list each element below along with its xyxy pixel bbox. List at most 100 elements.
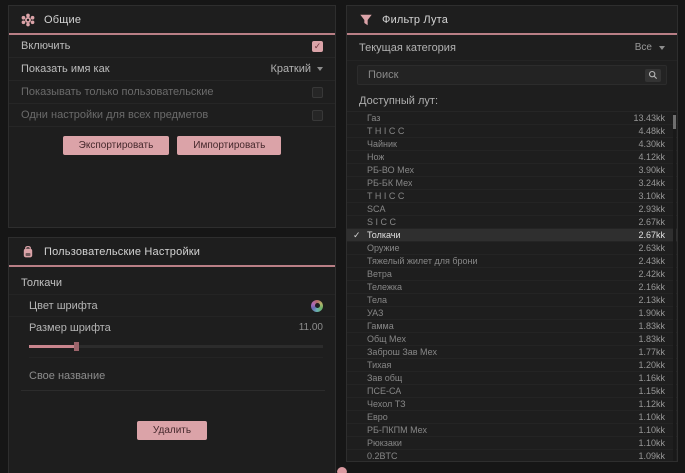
enable-row: Включить ✓: [9, 35, 335, 58]
backpack-icon: [21, 245, 35, 259]
loot-item-value: 2.63kk: [638, 243, 665, 253]
loot-item-name: Толкачи: [367, 230, 401, 240]
loot-item-value: 1.77kk: [638, 347, 665, 357]
chevron-down-icon: [659, 46, 665, 50]
loot-item-name: УАЗ: [367, 308, 383, 318]
enable-label: Включить: [21, 40, 70, 52]
loot-item-value: 1.16kk: [638, 373, 665, 383]
loot-item-value: 1.15kk: [638, 386, 665, 396]
loot-list-item[interactable]: Чайник 4.30kk: [347, 138, 677, 151]
font-size-value: 11.00: [299, 322, 323, 333]
show-name-label: Показать имя как: [21, 63, 110, 75]
gear-flower-icon: [21, 13, 35, 27]
loot-list-item[interactable]: РБ-ВО Мех 3.90kk: [347, 164, 677, 177]
loot-item-value: 1.09kk: [638, 451, 665, 461]
loot-item-name: S I C C: [367, 217, 396, 227]
loot-list-item[interactable]: 0.2BTC 1.09kk: [347, 450, 677, 462]
loot-list-item[interactable]: Заброш Зав Мех 1.77kk: [347, 346, 677, 359]
loot-list-item[interactable]: Тихая 1.20kk: [347, 359, 677, 372]
enable-checkbox[interactable]: ✓: [312, 41, 323, 52]
loot-list-item[interactable]: Оружие 2.63kk: [347, 242, 677, 255]
font-size-slider[interactable]: [29, 342, 323, 358]
same-settings-row: Одни настройки для всех предметов ✓: [9, 104, 335, 127]
only-custom-row: Показывать только пользовательские ✓: [9, 81, 335, 104]
loot-item-value: 2.67kk: [638, 217, 665, 227]
show-name-row: Показать имя как Краткий: [9, 58, 335, 81]
delete-button[interactable]: Удалить: [137, 421, 207, 440]
scrollbar-thumb[interactable]: [673, 115, 676, 129]
loot-list-item[interactable]: T H I C C 4.48kk: [347, 125, 677, 138]
loot-item-value: 3.24kk: [638, 178, 665, 188]
selected-item-name: Толкачи: [9, 267, 335, 295]
same-settings-checkbox[interactable]: ✓: [312, 110, 323, 121]
loot-list-item[interactable]: Зав общ 1.16kk: [347, 372, 677, 385]
loot-list-item[interactable]: T H I C C 3.10kk: [347, 190, 677, 203]
font-color-row: Цвет шрифта: [9, 295, 335, 317]
loot-list-item[interactable]: РБ-ПКПМ Мех 1.10kk: [347, 424, 677, 437]
custom-panel-title: Пользовательские Настройки: [44, 246, 200, 258]
loot-list-item[interactable]: Гамма 1.83kk: [347, 320, 677, 333]
loot-list-item[interactable]: Тела 2.13kk: [347, 294, 677, 307]
app-window: Общие Включить ✓ Показать имя как Кратки…: [0, 0, 685, 473]
loot-list-item[interactable]: ✓ Толкачи 2.67kk: [347, 229, 677, 242]
loot-item-name: РБ-БК Мех: [367, 178, 412, 188]
loot-list-item[interactable]: Рюкзаки 1.10kk: [347, 437, 677, 450]
show-name-select-value: Краткий: [270, 63, 311, 75]
loot-list-item[interactable]: S I C C 2.67kk: [347, 216, 677, 229]
loot-list-item[interactable]: Нож 4.12kk: [347, 151, 677, 164]
loot-list-item[interactable]: Ветра 2.42kk: [347, 268, 677, 281]
search-box: [357, 65, 667, 85]
only-custom-checkbox[interactable]: ✓: [312, 87, 323, 98]
loot-item-name: Рюкзаки: [367, 438, 402, 448]
import-button[interactable]: Импортировать: [177, 136, 281, 155]
loot-item-name: РБ-ВО Мех: [367, 165, 414, 175]
loot-item-value: 2.67kk: [638, 230, 665, 240]
loot-filter-panel: Фильтр Лута Текущая категория Все Доступ…: [346, 5, 678, 462]
search-input[interactable]: [366, 68, 640, 82]
loot-list-item[interactable]: ПСЕ-СА 1.15kk: [347, 385, 677, 398]
loot-item-name: Чайник: [367, 139, 397, 149]
export-button[interactable]: Экспортировать: [63, 136, 170, 155]
loot-item-name: Гамма: [367, 321, 394, 331]
search-icon[interactable]: [645, 69, 661, 82]
loot-item-value: 3.90kk: [638, 165, 665, 175]
loot-list-item[interactable]: Общ Мех 1.83kk: [347, 333, 677, 346]
loot-list-item[interactable]: Евро 1.10kk: [347, 411, 677, 424]
loot-item-name: T H I C C: [367, 191, 404, 201]
category-label: Текущая категория: [359, 42, 456, 54]
loot-item-value: 2.42kk: [638, 269, 665, 279]
loot-item-name: Нож: [367, 152, 384, 162]
loot-item-name: Заброш Зав Мех: [367, 347, 437, 357]
loot-item-value: 1.83kk: [638, 321, 665, 331]
loot-list: Газ 13.43kk T H I C C 4.48kk Чайник 4.30…: [347, 111, 677, 462]
loot-list-item[interactable]: Чехол ТЗ 1.12kk: [347, 398, 677, 411]
loot-list-item[interactable]: Газ 13.43kk: [347, 112, 677, 125]
loot-list-scrollbar[interactable]: [673, 113, 676, 462]
loot-item-value: 1.10kk: [638, 412, 665, 422]
chevron-down-icon: [317, 67, 323, 71]
loot-item-name: Тяжелый жилет для брони: [367, 256, 478, 266]
show-name-select[interactable]: Краткий: [270, 63, 323, 75]
loot-list-item[interactable]: Тележка 2.16kk: [347, 281, 677, 294]
loot-item-name: SCA: [367, 204, 386, 214]
slider-handle[interactable]: [74, 342, 79, 351]
loot-item-name: Евро: [367, 412, 388, 422]
loot-list-item[interactable]: РБ-БК Мех 3.24kk: [347, 177, 677, 190]
filter-panel-title: Фильтр Лута: [382, 14, 448, 26]
delete-row: Удалить: [9, 395, 335, 440]
loot-item-value: 1.10kk: [638, 438, 665, 448]
loot-list-item[interactable]: УАЗ 1.90kk: [347, 307, 677, 320]
loot-item-name: Тележка: [367, 282, 402, 292]
font-color-label: Цвет шрифта: [29, 300, 98, 312]
custom-settings-panel: Пользовательские Настройки Толкачи Цвет …: [8, 237, 336, 473]
color-wheel-icon[interactable]: [311, 300, 323, 312]
category-select[interactable]: Все: [635, 42, 665, 53]
general-settings-panel: Общие Включить ✓ Показать имя как Кратки…: [8, 5, 336, 228]
loot-item-name: ПСЕ-СА: [367, 386, 401, 396]
loot-list-item[interactable]: SCA 2.93kk: [347, 203, 677, 216]
custom-name-input[interactable]: [21, 364, 325, 391]
loot-list-item[interactable]: Тяжелый жилет для брони 2.43kk: [347, 255, 677, 268]
category-row: Текущая категория Все: [347, 35, 677, 61]
loot-item-name: Чехол ТЗ: [367, 399, 406, 409]
general-panel-header: Общие: [9, 6, 335, 35]
